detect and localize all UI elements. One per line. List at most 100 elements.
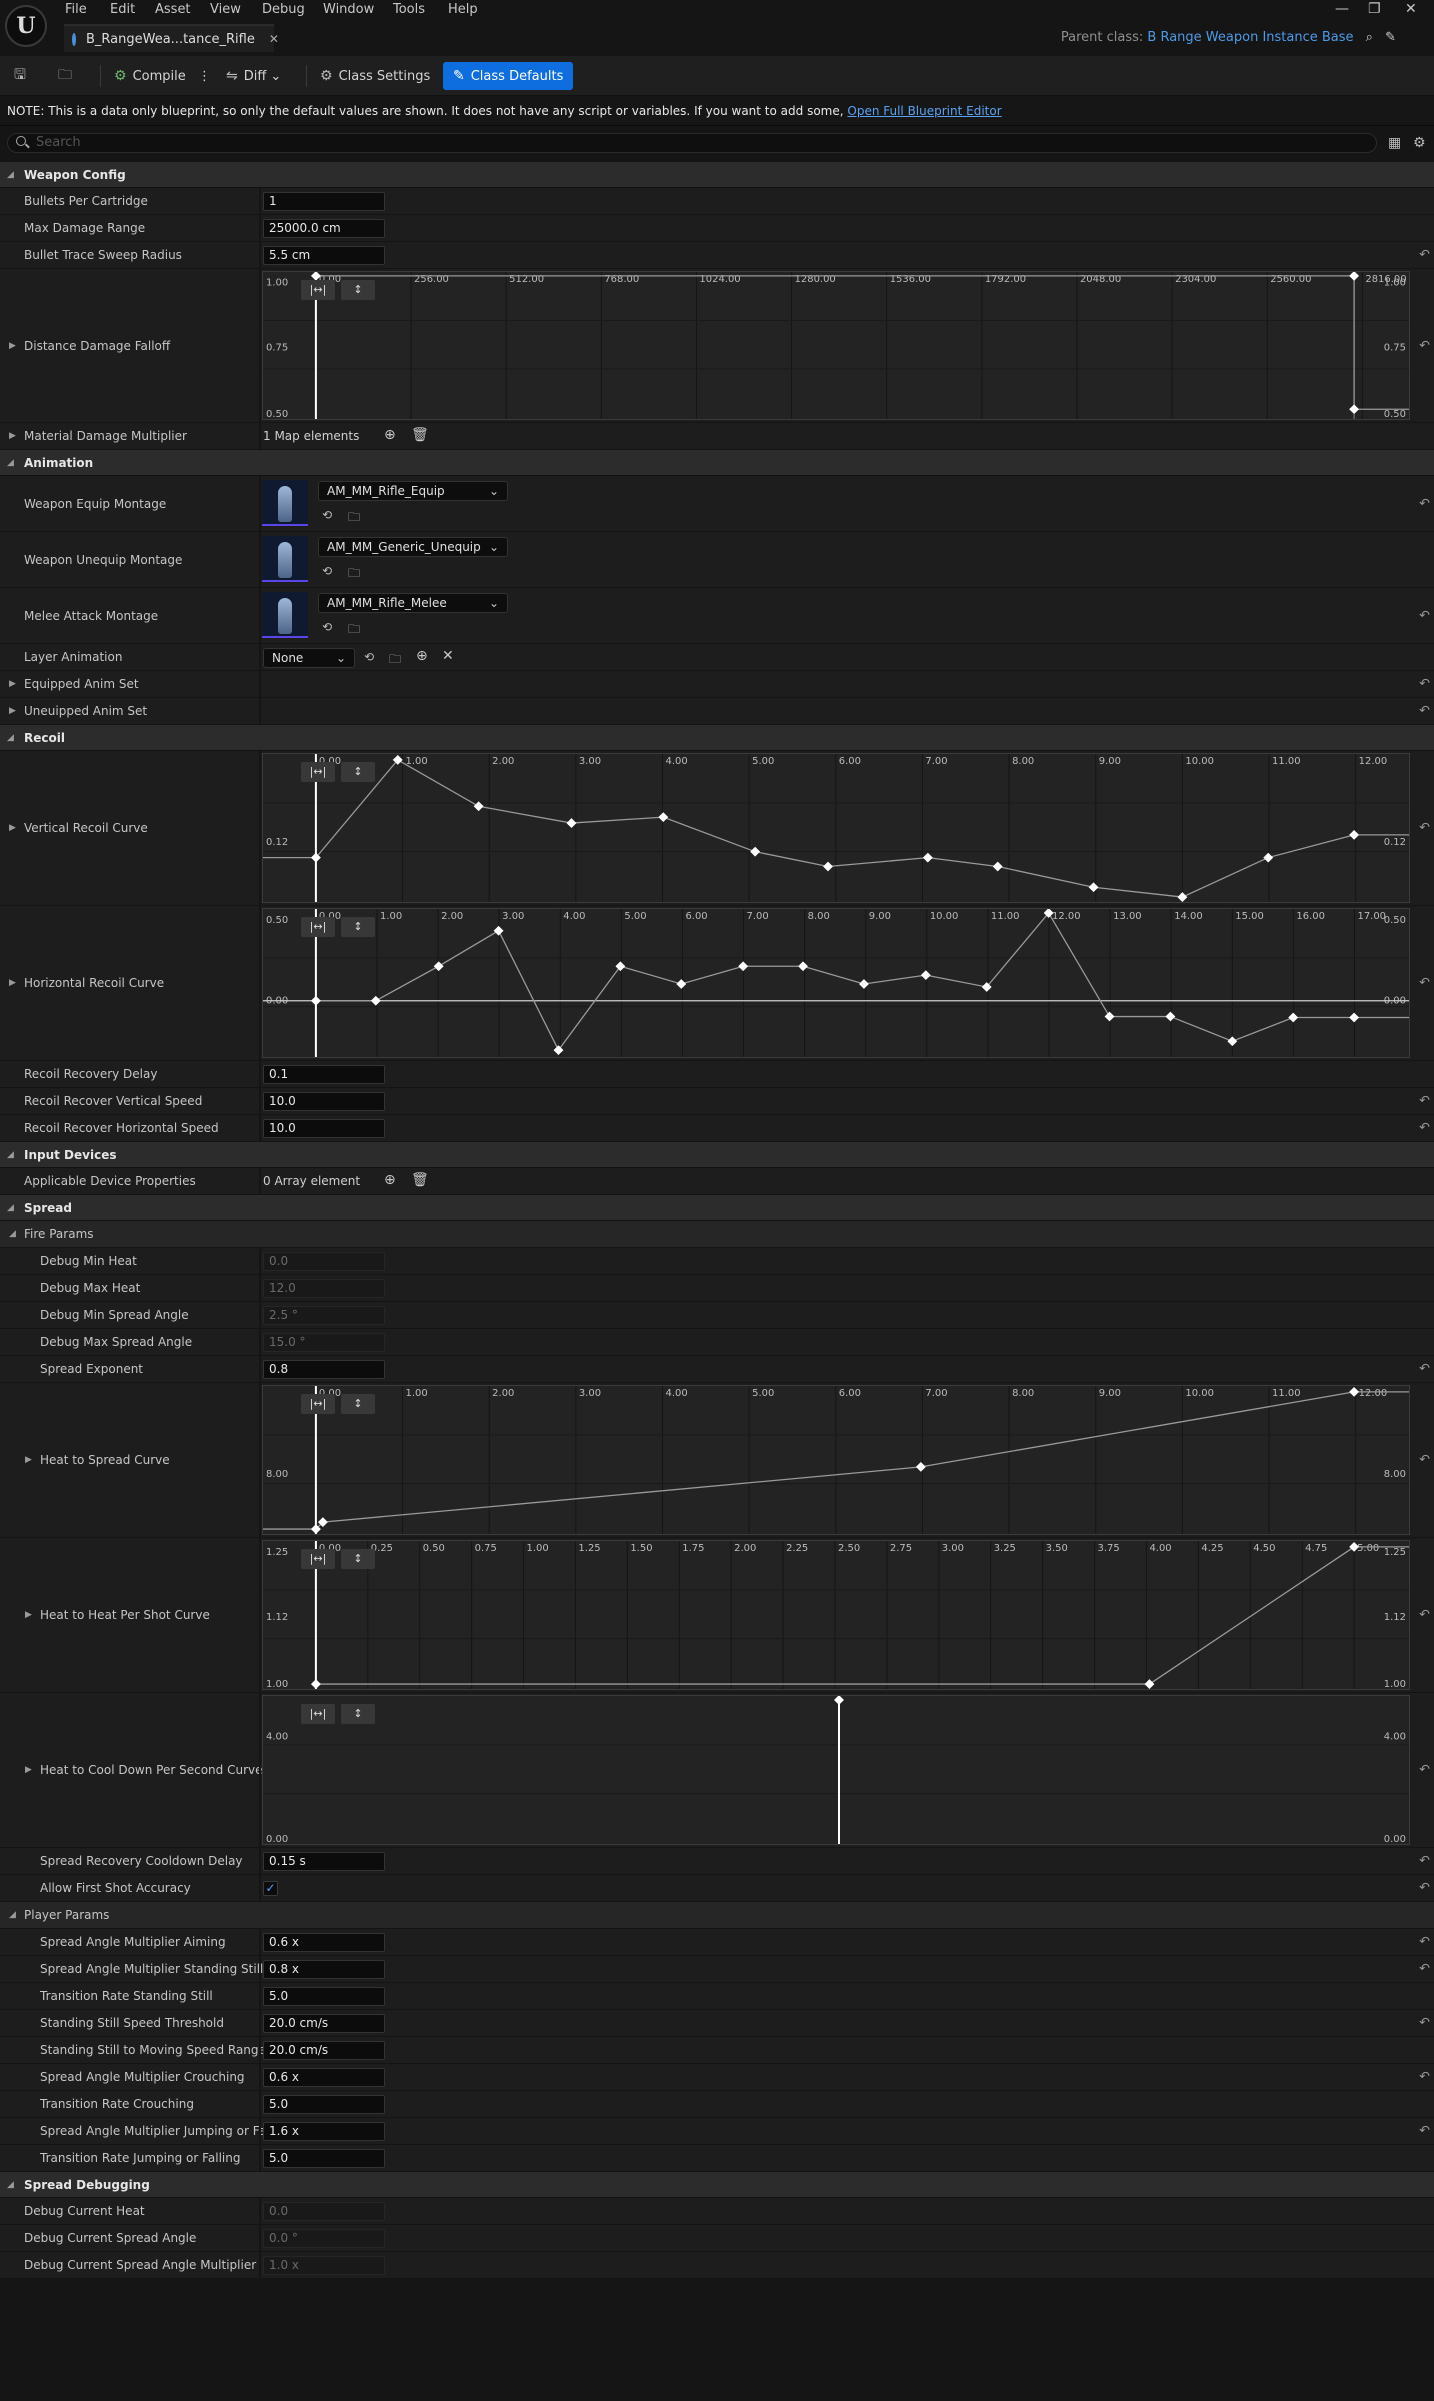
splitter[interactable]: [259, 1329, 261, 1355]
category-spread[interactable]: ◢ Spread: [0, 1195, 1434, 1221]
use-selected-icon[interactable]: ⟲: [322, 564, 332, 578]
edit-icon[interactable]: ✎: [1385, 30, 1396, 45]
splitter[interactable]: [259, 2225, 261, 2251]
expand-arrow-icon[interactable]: ▶: [9, 431, 16, 441]
menu-file[interactable]: File: [65, 2, 87, 17]
reset-to-default-icon[interactable]: ↶: [1419, 1962, 1430, 1977]
search-icon[interactable]: ⌕: [1366, 30, 1373, 45]
reset-to-default-icon[interactable]: ↶: [1419, 704, 1430, 719]
fit-vertical-icon[interactable]: ↕: [341, 1704, 375, 1724]
splitter[interactable]: [259, 1061, 261, 1087]
splitter[interactable]: [259, 1956, 261, 1982]
add-element-icon[interactable]: ⊕: [416, 648, 428, 664]
category-spread-debugging[interactable]: ◢ Spread Debugging: [0, 2172, 1434, 2198]
splitter[interactable]: [259, 671, 261, 697]
splitter[interactable]: [259, 2198, 261, 2224]
compile-options-button[interactable]: ⋮: [198, 62, 211, 90]
spread-mult-standing-input[interactable]: 0.8 x: [263, 1960, 385, 1979]
add-element-icon[interactable]: ⊕: [384, 1172, 396, 1188]
splitter[interactable]: [259, 476, 261, 531]
layer-animation-combo[interactable]: None ⌄: [263, 648, 355, 668]
minimize-icon[interactable]: —: [1335, 1, 1349, 17]
expand-arrow-icon[interactable]: ▶: [9, 978, 16, 988]
fit-vertical-icon[interactable]: ↕: [341, 1549, 375, 1569]
bullets-per-cartridge-input[interactable]: 1: [263, 192, 385, 211]
splitter[interactable]: [259, 588, 261, 643]
reset-to-default-icon[interactable]: ↶: [1419, 1763, 1430, 1778]
standing-still-threshold-input[interactable]: 20.0 cm/s: [263, 2014, 385, 2033]
collapse-arrow-icon[interactable]: ◢: [9, 1229, 16, 1239]
asset-thumbnail[interactable]: [262, 536, 308, 582]
curve-graph[interactable]: 0.001.002.003.004.005.006.007.008.009.00…: [263, 754, 1409, 902]
splitter[interactable]: [259, 698, 261, 724]
add-element-icon[interactable]: ⊕: [384, 427, 396, 443]
spread-recovery-cooldown-input[interactable]: 0.15 s: [263, 1852, 385, 1871]
collapse-arrow-icon[interactable]: ◢: [7, 170, 14, 180]
search-input[interactable]: Search: [7, 133, 1377, 153]
fit-horizontal-icon[interactable]: |↔|: [301, 917, 335, 937]
spread-mult-aiming-input[interactable]: 0.6 x: [263, 1933, 385, 1952]
splitter[interactable]: [259, 1693, 261, 1847]
collapse-arrow-icon[interactable]: ◢: [7, 1203, 14, 1213]
horizontal-recoil-curve[interactable]: 0.001.002.003.004.005.006.007.008.009.00…: [262, 908, 1410, 1058]
open-full-editor-link[interactable]: Open Full Blueprint Editor: [847, 104, 1001, 118]
menu-asset[interactable]: Asset: [155, 2, 191, 17]
reset-to-default-icon[interactable]: ↶: [1419, 608, 1430, 623]
menu-window[interactable]: Window: [323, 2, 374, 17]
recoil-horizontal-speed-input[interactable]: 10.0: [263, 1119, 385, 1138]
spread-mult-crouching-input[interactable]: 0.6 x: [263, 2068, 385, 2087]
reset-to-default-icon[interactable]: ↶: [1419, 2070, 1430, 2085]
use-selected-icon[interactable]: ⟲: [322, 620, 332, 634]
spread-exponent-input[interactable]: 0.8: [263, 1360, 385, 1379]
reset-to-default-icon[interactable]: ↶: [1419, 496, 1430, 511]
max-damage-range-input[interactable]: 25000.0 cm: [263, 219, 385, 238]
asset-thumbnail[interactable]: [262, 480, 308, 526]
splitter[interactable]: [259, 1248, 261, 1274]
still-to-moving-range-input[interactable]: 20.0 cm/s: [263, 2041, 385, 2060]
transition-rate-standing-input[interactable]: 5.0: [263, 1987, 385, 2006]
splitter[interactable]: [259, 1983, 261, 2009]
equip-montage-combo[interactable]: AM_MM_Rifle_Equip ⌄: [318, 481, 508, 501]
fit-vertical-icon[interactable]: ↕: [341, 762, 375, 782]
group-player-params[interactable]: ◢ Player Params: [0, 1902, 1434, 1929]
splitter[interactable]: [259, 1302, 261, 1328]
expand-arrow-icon[interactable]: ▶: [25, 1610, 32, 1620]
splitter[interactable]: [259, 1115, 261, 1141]
reset-to-default-icon[interactable]: ↶: [1419, 1121, 1430, 1136]
reset-to-default-icon[interactable]: ↶: [1419, 2124, 1430, 2139]
fit-horizontal-icon[interactable]: |↔|: [301, 762, 335, 782]
fit-horizontal-icon[interactable]: |↔|: [301, 1394, 335, 1414]
reset-to-default-icon[interactable]: ↶: [1419, 1935, 1430, 1950]
close-window-icon[interactable]: ✕: [1405, 1, 1417, 17]
spread-mult-jumping-input[interactable]: 1.6 x: [263, 2122, 385, 2141]
splitter[interactable]: [259, 2091, 261, 2117]
splitter[interactable]: [259, 2064, 261, 2090]
reset-to-default-icon[interactable]: ↶: [1419, 338, 1430, 353]
distance-damage-falloff-curve[interactable]: 0.00256.00512.00768.001024.001280.001536…: [262, 271, 1410, 420]
splitter[interactable]: [259, 2010, 261, 2036]
curve-graph[interactable]: 4.00 0.00 4.00 0.00: [263, 1696, 1409, 1844]
asset-thumbnail[interactable]: [262, 592, 308, 638]
reset-to-default-icon[interactable]: ↶: [1419, 1362, 1430, 1377]
splitter[interactable]: [259, 1275, 261, 1301]
document-tab[interactable]: B_RangeWea...tance_Rifle ✕: [64, 24, 279, 52]
splitter[interactable]: [259, 751, 261, 905]
curve-graph[interactable]: 0.001.002.003.004.005.006.007.008.009.00…: [263, 1386, 1409, 1534]
vertical-recoil-curve[interactable]: 0.001.002.003.004.005.006.007.008.009.00…: [262, 753, 1410, 903]
melee-montage-combo[interactable]: AM_MM_Rifle_Melee ⌄: [318, 593, 508, 613]
browse-asset-icon[interactable]: 🗀: [348, 564, 360, 585]
splitter[interactable]: [259, 1848, 261, 1874]
delete-icon[interactable]: 🗑: [411, 1172, 429, 1188]
splitter[interactable]: [259, 644, 261, 670]
splitter[interactable]: [259, 532, 261, 587]
splitter[interactable]: [259, 269, 261, 422]
curve-graph[interactable]: 0.001.002.003.004.005.006.007.008.009.00…: [263, 909, 1409, 1057]
browse-asset-icon[interactable]: 🗀: [348, 508, 360, 529]
delete-icon[interactable]: 🗑: [411, 427, 429, 443]
heat-to-cool-down-curve[interactable]: 4.00 0.00 4.00 0.00 |↔| ↕: [262, 1695, 1410, 1845]
first-shot-accuracy-checkbox[interactable]: ✓: [263, 1881, 278, 1896]
category-animation[interactable]: ◢ Animation: [0, 450, 1434, 476]
parent-class-link[interactable]: B Range Weapon Instance Base: [1147, 30, 1353, 45]
reset-to-default-icon[interactable]: ↶: [1419, 1608, 1430, 1623]
browse-asset-icon[interactable]: 🗀: [348, 620, 360, 641]
